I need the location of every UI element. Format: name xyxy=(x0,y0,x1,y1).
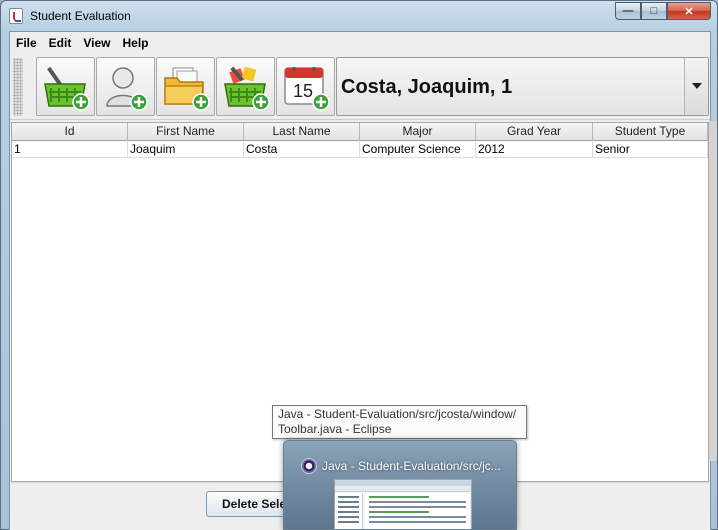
preview-title: Java - Student-Evaluation/src/jc... xyxy=(322,459,501,473)
add-person-button[interactable] xyxy=(96,57,155,116)
cell-id[interactable]: 1 xyxy=(12,141,128,158)
add-basket-icon xyxy=(44,66,90,111)
java-app-icon xyxy=(9,8,23,24)
eclipse-icon xyxy=(301,458,317,474)
table-row[interactable]: 1 Joaquim Costa Computer Science 2012 Se… xyxy=(12,141,708,158)
add-folder-button[interactable] xyxy=(156,57,215,116)
table-header: Id First Name Last Name Major Grad Year … xyxy=(12,123,708,141)
column-header-id[interactable]: Id xyxy=(12,123,128,141)
column-header-last-name[interactable]: Last Name xyxy=(244,123,360,141)
close-button[interactable]: ✕ xyxy=(667,2,711,20)
cell-last-name[interactable]: Costa xyxy=(244,141,360,158)
column-header-major[interactable]: Major xyxy=(360,123,476,141)
menu-help[interactable]: Help xyxy=(116,32,154,54)
taskbar-preview[interactable]: Java - Student-Evaluation/src/jc... xyxy=(283,440,517,530)
window-right-edge xyxy=(709,121,717,461)
maximize-icon: □ xyxy=(650,5,658,17)
minimize-icon: — xyxy=(622,5,634,17)
add-items-basket-button[interactable] xyxy=(216,57,275,116)
student-selector[interactable]: Costa, Joaquim, 1 xyxy=(336,57,709,116)
tooltip-line-2: Toolbar.java - Eclipse xyxy=(278,422,392,436)
add-person-icon xyxy=(106,67,148,111)
taskbar-tooltip: Java - Student-Evaluation/src/jcosta/win… xyxy=(272,405,527,439)
menu-file[interactable]: File xyxy=(10,32,43,54)
menu-bar: File Edit View Help xyxy=(10,32,710,54)
add-items-basket-icon xyxy=(224,66,270,111)
preview-thumbnail[interactable] xyxy=(334,479,472,529)
window-title: Student Evaluation xyxy=(30,9,131,23)
chevron-down-icon[interactable] xyxy=(684,58,708,115)
window-controls: — □ ✕ xyxy=(615,2,711,20)
column-header-grad-year[interactable]: Grad Year xyxy=(476,123,593,141)
minimize-button[interactable]: — xyxy=(615,2,641,20)
close-icon: ✕ xyxy=(684,5,694,18)
add-calendar-button[interactable]: 15 xyxy=(276,57,335,116)
title-bar[interactable]: Student Evaluation — □ ✕ xyxy=(1,1,717,31)
cell-grad-year[interactable]: 2012 xyxy=(476,141,593,158)
column-header-student-type[interactable]: Student Type xyxy=(593,123,708,141)
maximize-button[interactable]: □ xyxy=(641,2,667,20)
add-folder-icon xyxy=(164,67,210,111)
column-header-first-name[interactable]: First Name xyxy=(128,123,244,141)
tooltip-line-1: Java - Student-Evaluation/src/jcosta/win… xyxy=(278,407,517,421)
add-calendar-icon: 15 xyxy=(284,67,330,111)
add-basket-button[interactable] xyxy=(36,57,95,116)
menu-edit[interactable]: Edit xyxy=(43,32,78,54)
cell-major[interactable]: Computer Science xyxy=(360,141,476,158)
calendar-day: 15 xyxy=(293,81,313,101)
toolbar: 15 Costa, Joaquim, 1 xyxy=(10,54,710,120)
menu-view[interactable]: View xyxy=(77,32,116,54)
toolbar-grip[interactable] xyxy=(13,58,23,116)
selected-student: Costa, Joaquim, 1 xyxy=(341,76,513,98)
cell-first-name[interactable]: Joaquim xyxy=(128,141,244,158)
cell-student-type[interactable]: Senior xyxy=(593,141,708,158)
